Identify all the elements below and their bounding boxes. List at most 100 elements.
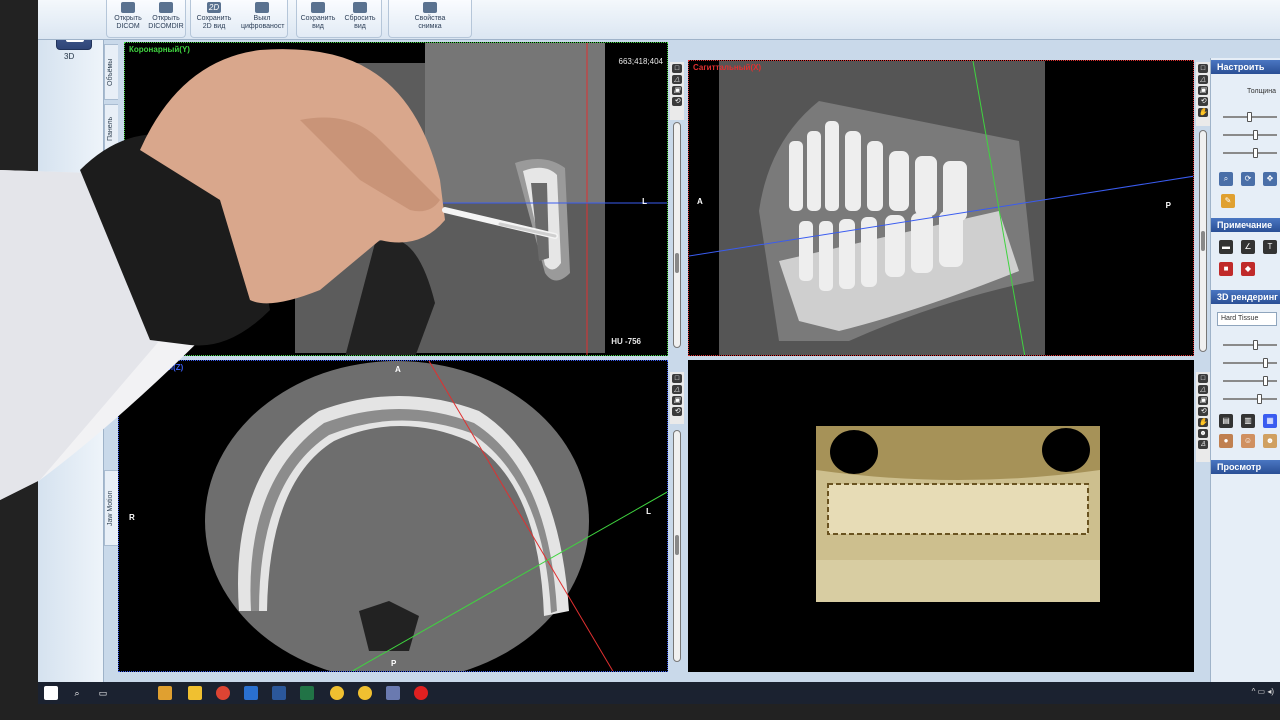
- gamma-slider[interactable]: [1223, 394, 1277, 404]
- opacity-slider[interactable]: [1223, 340, 1277, 350]
- slider-knob[interactable]: [1263, 358, 1268, 368]
- preset-skin-icon[interactable]: ▥: [1241, 414, 1255, 428]
- axial-scrollbar[interactable]: [673, 430, 681, 662]
- task-view-icon[interactable]: ▭: [96, 686, 110, 700]
- preset-skull-icon[interactable]: ☻: [1263, 434, 1277, 448]
- skull-icon[interactable]: ☻: [1198, 429, 1208, 438]
- camera-icon[interactable]: ▣: [672, 86, 682, 95]
- slider-knob[interactable]: [1253, 148, 1258, 158]
- toolbar-group-props: Свойства снимка: [388, 0, 472, 38]
- word-icon[interactable]: [272, 686, 286, 700]
- tab-volume[interactable]: Объёмы: [104, 44, 118, 100]
- tab-jaw-motion[interactable]: Jaw Motion: [104, 470, 118, 546]
- viewer-app-icon[interactable]: [330, 686, 344, 700]
- reset-view-button[interactable]: Сбросить вид: [339, 2, 381, 36]
- sagittal-scroll-thumb[interactable]: [1201, 231, 1205, 251]
- slider-knob[interactable]: [1253, 130, 1258, 140]
- maximize-icon[interactable]: □: [672, 64, 682, 73]
- notes-section-header[interactable]: Примечание: [1211, 218, 1280, 232]
- pan-icon[interactable]: ✥: [1263, 172, 1277, 186]
- preset-soft-icon[interactable]: ●: [1219, 434, 1233, 448]
- image-properties-button[interactable]: Свойства снимка: [409, 2, 451, 36]
- slider-knob[interactable]: [1263, 376, 1268, 386]
- threshold-slider[interactable]: [1223, 358, 1277, 368]
- maximize-icon[interactable]: □: [1198, 374, 1208, 383]
- viewer-app-icon-2[interactable]: [358, 686, 372, 700]
- sagittal-orient-left: A: [697, 197, 703, 206]
- windows-start-icon[interactable]: [44, 686, 58, 700]
- axial-scroll-thumb[interactable]: [675, 535, 679, 555]
- camera-icon[interactable]: ▣: [1198, 86, 1208, 95]
- person-icon[interactable]: ♙: [1198, 440, 1208, 449]
- preset-face-icon[interactable]: ☺: [1241, 434, 1255, 448]
- file-explorer-icon[interactable]: [188, 686, 202, 700]
- sagittal-image: [689, 61, 1193, 355]
- slider-knob[interactable]: [1253, 340, 1258, 350]
- camera-icon[interactable]: ▣: [672, 396, 682, 405]
- right-panel: Настроить Толщина ⌕ ⟳ ✥ ✎ Примечание ▬ ∠…: [1210, 58, 1280, 690]
- ruler-icon[interactable]: △: [1198, 385, 1208, 394]
- sagittal-scrollbar[interactable]: [1199, 130, 1207, 352]
- system-tray[interactable]: ^ ▭ ◂): [1252, 687, 1274, 696]
- toolbar-group-2d: 2D Сохранить 2D вид Выкл цифрованост: [190, 0, 288, 38]
- camera-icon[interactable]: ▣: [1198, 396, 1208, 405]
- line-tool-icon[interactable]: ▬: [1219, 240, 1233, 254]
- coronal-viewport[interactable]: Коронарный(Y) 663;418;404 HU -756 L: [124, 42, 668, 356]
- app-window: 2D 3D Объёмы Панель Jaw Motion Открыть D…: [38, 0, 1280, 690]
- ruler-icon[interactable]: △: [672, 75, 682, 84]
- hand-icon[interactable]: ✋: [1198, 108, 1208, 117]
- settings-section-header[interactable]: Настроить: [1211, 60, 1280, 74]
- excel-icon[interactable]: [300, 686, 314, 700]
- invert-button[interactable]: Выкл цифрованост: [241, 2, 284, 36]
- app-icon-taskbar[interactable]: [158, 686, 172, 700]
- marker-tool-icon[interactable]: ◆: [1241, 262, 1255, 276]
- render-mode-select[interactable]: Hard Tissue: [1217, 312, 1277, 326]
- coronal-scrollbar[interactable]: [673, 122, 681, 348]
- ruler-icon[interactable]: △: [1198, 75, 1208, 84]
- reset-icon[interactable]: ⟲: [1198, 97, 1208, 106]
- grid-icon: [353, 2, 367, 13]
- maximize-icon[interactable]: □: [1198, 64, 1208, 73]
- reset-icon[interactable]: ⟲: [672, 97, 682, 106]
- save-2d-button[interactable]: 2D Сохранить 2D вид: [193, 2, 235, 36]
- maximize-icon[interactable]: □: [672, 374, 682, 383]
- slider-knob[interactable]: [1247, 112, 1252, 122]
- annotation-icon[interactable]: ✎: [1221, 194, 1235, 208]
- record-app-icon[interactable]: [414, 686, 428, 700]
- main-toolbar: Открыть DICOM Открыть DICOMDIR 2D Сохрани…: [38, 0, 1280, 40]
- rotate-icon[interactable]: ⟳: [1241, 172, 1255, 186]
- text-tool-icon[interactable]: T: [1263, 240, 1277, 254]
- coronal-title: Коронарный(Y): [129, 45, 190, 54]
- sagittal-viewport[interactable]: Сагиттальный(X) A P: [688, 60, 1194, 356]
- render-section-header[interactable]: 3D рендеринг: [1211, 290, 1280, 304]
- shape-tool-icon[interactable]: ■: [1219, 262, 1233, 276]
- chrome-icon[interactable]: [216, 686, 230, 700]
- ruler-icon[interactable]: △: [672, 385, 682, 394]
- open-dicomdir-button[interactable]: Открыть DICOMDIR: [145, 2, 187, 36]
- view-section-header[interactable]: Просмотр: [1211, 460, 1280, 474]
- coronal-coords: 663;418;404: [618, 57, 664, 66]
- search-icon[interactable]: ⌕: [70, 686, 84, 700]
- angle-tool-icon[interactable]: ∠: [1241, 240, 1255, 254]
- save-view-button[interactable]: Сохранить вид: [297, 2, 339, 36]
- open-dicom-button[interactable]: Открыть DICOM: [107, 2, 149, 36]
- render-3d-viewport[interactable]: [688, 360, 1194, 672]
- left-panel: 2D 3D: [38, 0, 104, 690]
- light-slider[interactable]: [1223, 376, 1277, 386]
- brightness-slider[interactable]: [1223, 130, 1277, 140]
- dental-app-icon[interactable]: [386, 686, 400, 700]
- reset-icon[interactable]: ⟲: [1198, 407, 1208, 416]
- preset-teeth-icon[interactable]: ▦: [1263, 414, 1277, 428]
- coronal-scroll-thumb[interactable]: [675, 253, 679, 273]
- reset-icon[interactable]: ⟲: [672, 407, 682, 416]
- thickness-slider[interactable]: [1223, 112, 1277, 122]
- outlook-icon[interactable]: [244, 686, 258, 700]
- axial-viewport[interactable]: Аксиальный(Z) A R L P: [118, 360, 668, 672]
- hand-icon[interactable]: ✋: [1198, 418, 1208, 427]
- preset-bone-icon[interactable]: ▤: [1219, 414, 1233, 428]
- zoom-icon[interactable]: ⌕: [1219, 172, 1233, 186]
- sagittal-title: Сагиттальный(X): [693, 63, 762, 72]
- slider-knob[interactable]: [1257, 394, 1262, 404]
- contrast-slider[interactable]: [1223, 148, 1277, 158]
- tab-panel[interactable]: Панель: [104, 104, 118, 154]
